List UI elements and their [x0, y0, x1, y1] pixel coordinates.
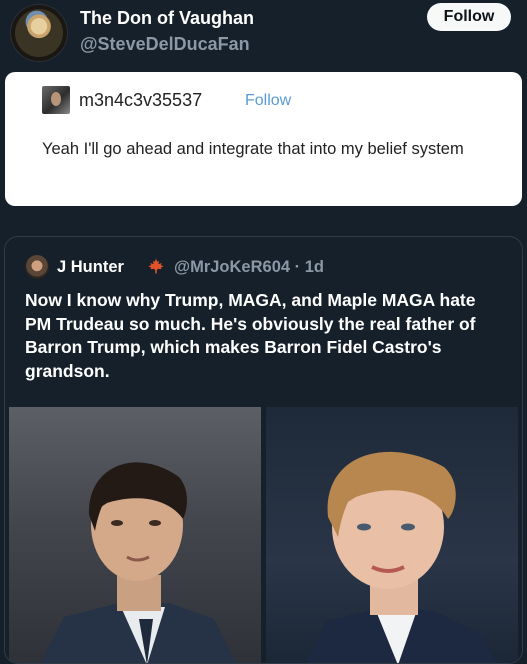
user-handle[interactable]: @SteveDelDucaFan	[80, 34, 250, 55]
photo-left[interactable]	[9, 407, 261, 663]
quote-text: Now I know why Trump, MAGA, and Maple MA…	[25, 290, 476, 381]
maple-leaf-icon	[148, 258, 164, 274]
quote-avatar[interactable]	[25, 255, 49, 279]
quoted-avatar	[42, 86, 70, 114]
quote-display-name[interactable]: J Hunter	[57, 258, 124, 277]
media-grid[interactable]	[9, 407, 518, 663]
quote-tweet[interactable]: J Hunter @MrJoKeR604 · 1d Now I know why…	[4, 236, 523, 664]
follow-button[interactable]: Follow	[427, 3, 511, 31]
photo-right[interactable]	[266, 407, 518, 663]
quoted-username: m3n4c3v35537	[79, 90, 203, 110]
quote-handle-time[interactable]: @MrJoKeR604 · 1d	[174, 258, 324, 277]
quoted-post-text: Yeah I'll go ahead and integrate that in…	[42, 140, 464, 158]
quoted-follow-link: Follow	[245, 92, 292, 109]
quoted-screenshot-card: m3n4c3v35537 Follow Yeah I'll go ahead a…	[5, 72, 522, 206]
post-header: The Don of Vaughan @SteveDelDucaFan Foll…	[0, 0, 527, 70]
avatar[interactable]	[10, 4, 68, 62]
display-name[interactable]: The Don of Vaughan	[80, 8, 254, 29]
